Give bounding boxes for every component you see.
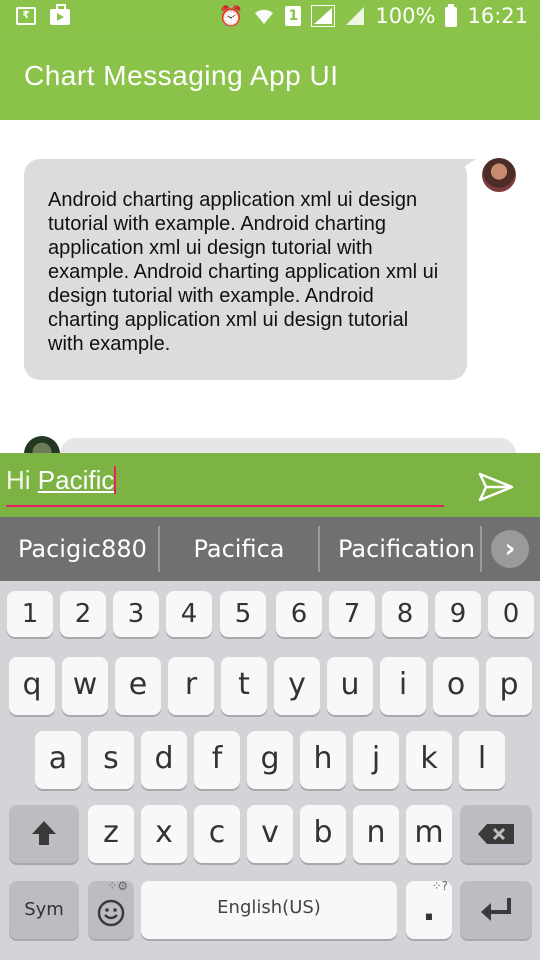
- key[interactable]: c: [194, 805, 240, 863]
- rs-icon: ₹: [16, 7, 36, 25]
- chat-list[interactable]: Android charting application xml ui desi…: [0, 120, 540, 453]
- key[interactable]: a: [35, 731, 81, 789]
- key[interactable]: v: [247, 805, 293, 863]
- enter-key[interactable]: [460, 881, 532, 939]
- period-label: .: [422, 889, 436, 929]
- key[interactable]: r: [168, 657, 214, 715]
- key[interactable]: j: [353, 731, 399, 789]
- page-title: Chart Messaging App UI: [24, 60, 339, 91]
- bubble-tail: [452, 159, 476, 175]
- keyboard: 1 2 3 4 5 6 7 8 9 0 q w e r t y u i o p …: [0, 581, 540, 960]
- app-bar: Chart Messaging App UI: [0, 36, 540, 120]
- punctuation-hint-icon: ⁘?: [431, 879, 448, 893]
- compose-bar: Hi Pacific: [0, 453, 540, 517]
- battery-icon: [445, 4, 458, 27]
- enter-icon: [481, 898, 511, 921]
- backspace-icon: [478, 824, 514, 844]
- status-left-icons: ₹: [16, 4, 70, 25]
- key[interactable]: y: [274, 657, 320, 715]
- key[interactable]: 1: [7, 591, 53, 637]
- suggestion-item[interactable]: Pacigic880: [0, 526, 160, 572]
- key[interactable]: 9: [435, 591, 481, 637]
- key[interactable]: 3: [113, 591, 159, 637]
- key[interactable]: 0: [488, 591, 534, 637]
- space-key[interactable]: English(US): [141, 881, 397, 939]
- text-caret: [114, 466, 117, 494]
- key[interactable]: l: [459, 731, 505, 789]
- signal-icon: [311, 5, 336, 27]
- settings-small-icon: ⁘⚙: [107, 879, 128, 893]
- key[interactable]: 6: [276, 591, 322, 637]
- status-right-icons: ⏰ 1 100% 16:21: [219, 4, 528, 28]
- key[interactable]: m: [406, 805, 452, 863]
- key[interactable]: s: [88, 731, 134, 789]
- shift-key[interactable]: [9, 805, 79, 863]
- chevron-right-icon[interactable]: ›: [491, 530, 529, 568]
- sim1-icon: 1: [285, 6, 302, 26]
- status-bar: ₹ ⏰ 1 100% 16:21: [0, 0, 540, 36]
- message-bubble[interactable]: [60, 438, 516, 453]
- suggestion-item[interactable]: Pacifica: [160, 526, 320, 572]
- key[interactable]: t: [221, 657, 267, 715]
- key[interactable]: w: [62, 657, 108, 715]
- key[interactable]: h: [300, 731, 346, 789]
- backspace-key[interactable]: [460, 805, 532, 863]
- suggestion-item[interactable]: Pacification: [320, 526, 482, 572]
- wifi-icon: [255, 9, 274, 24]
- signal2-icon: [346, 7, 365, 25]
- key[interactable]: 8: [382, 591, 428, 637]
- send-icon[interactable]: [478, 472, 514, 502]
- suggestion-bar: Pacigic880 Pacifica Pacification: [0, 517, 540, 581]
- key[interactable]: n: [353, 805, 399, 863]
- battery-percent: 100%: [375, 4, 436, 28]
- key[interactable]: z: [88, 805, 134, 863]
- key[interactable]: p: [486, 657, 532, 715]
- message-text: Android charting application xml ui desi…: [48, 189, 439, 355]
- key[interactable]: u: [327, 657, 373, 715]
- key[interactable]: 7: [329, 591, 375, 637]
- key[interactable]: 4: [166, 591, 212, 637]
- bag-icon: [50, 4, 70, 25]
- input-text-prefix: Hi: [6, 465, 38, 495]
- emoji-key[interactable]: ⁘⚙: [88, 879, 134, 939]
- key[interactable]: f: [194, 731, 240, 789]
- key[interactable]: e: [115, 657, 161, 715]
- key[interactable]: x: [141, 805, 187, 863]
- avatar[interactable]: [482, 158, 516, 192]
- key[interactable]: 5: [220, 591, 266, 637]
- input-current-word: Pacific: [37, 465, 115, 495]
- avatar[interactable]: [24, 436, 60, 453]
- shift-icon: [32, 821, 56, 845]
- smiley-icon: [97, 899, 125, 927]
- key[interactable]: k: [406, 731, 452, 789]
- key[interactable]: q: [9, 657, 55, 715]
- key[interactable]: 2: [60, 591, 106, 637]
- clock: 16:21: [467, 4, 528, 28]
- key[interactable]: o: [433, 657, 479, 715]
- key[interactable]: b: [300, 805, 346, 863]
- message-input[interactable]: Hi Pacific: [6, 465, 444, 507]
- alarm-icon: ⏰: [218, 4, 244, 28]
- key[interactable]: d: [141, 731, 187, 789]
- period-key[interactable]: ⁘? .: [406, 879, 452, 939]
- key[interactable]: i: [380, 657, 426, 715]
- key[interactable]: g: [247, 731, 293, 789]
- sym-key[interactable]: Sym: [9, 881, 79, 939]
